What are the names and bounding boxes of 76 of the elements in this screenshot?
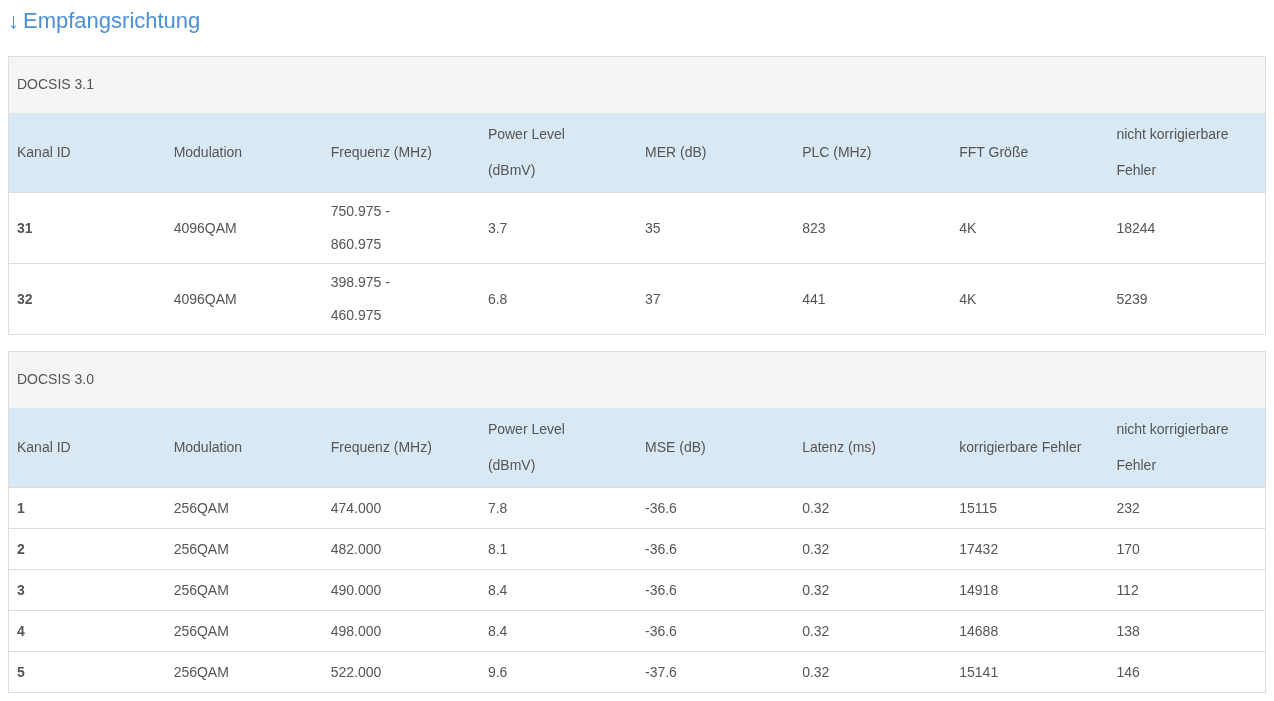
table-cell: 32 [8, 263, 166, 335]
column-header: nicht korrigierbare Fehler [1108, 407, 1266, 488]
table-cell: 3 [8, 569, 166, 611]
table-cell: 4096QAM [165, 192, 323, 264]
table-cell: 256QAM [165, 610, 323, 652]
table-cell: 232 [1108, 487, 1266, 529]
table-cell: -36.6 [637, 610, 795, 652]
column-header: Latenz (ms) [794, 407, 952, 488]
table-cell: 498.000 [322, 610, 480, 652]
column-header: nicht korrigierbare Fehler [1108, 112, 1266, 193]
table-cell: 398.975 - 460.975 [322, 263, 480, 335]
table-cell: 15141 [951, 651, 1109, 693]
table-cell: 8.4 [479, 610, 637, 652]
table-cell: 474.000 [322, 487, 480, 529]
table-cell: 37 [637, 263, 795, 335]
table-cell: 256QAM [165, 528, 323, 570]
table-cell: 522.000 [322, 651, 480, 693]
table-cell: 5239 [1108, 263, 1266, 335]
table-caption: DOCSIS 3.0 [8, 351, 1266, 408]
table-cell: 4K [951, 263, 1109, 335]
column-header: MSE (dB) [637, 407, 795, 488]
table-cell: 17432 [951, 528, 1109, 570]
section-heading: Empfangsrichtung [23, 6, 201, 35]
table-cell: 35 [637, 192, 795, 264]
table-cell: 490.000 [322, 569, 480, 611]
table-cell: 0.32 [794, 651, 952, 693]
table-cell: -37.6 [637, 651, 795, 693]
table-cell: -36.6 [637, 528, 795, 570]
column-header: Power Level (dBmV) [479, 407, 637, 488]
down-arrow-icon: ↓ [8, 3, 19, 37]
table-cell: 15115 [951, 487, 1109, 529]
column-header: FFT Größe [951, 112, 1109, 193]
table-cell: 31 [8, 192, 166, 264]
column-header: korrigierbare Fehler [951, 407, 1109, 488]
table-cell: 4096QAM [165, 263, 323, 335]
column-header: PLC (MHz) [794, 112, 952, 193]
table-cell: 482.000 [322, 528, 480, 570]
column-header: Kanal ID [8, 407, 166, 488]
table-cell: 8.4 [479, 569, 637, 611]
table-cell: 1 [8, 487, 166, 529]
column-header: Power Level (dBmV) [479, 112, 637, 193]
table-cell: 0.32 [794, 487, 952, 529]
table-cell: 5 [8, 651, 166, 693]
table-cell: 3.7 [479, 192, 637, 264]
table-cell: 256QAM [165, 651, 323, 693]
table-cell: 8.1 [479, 528, 637, 570]
table-cell: 9.6 [479, 651, 637, 693]
table-cell: 256QAM [165, 487, 323, 529]
column-header: Kanal ID [8, 112, 166, 193]
table-cell: 0.32 [794, 610, 952, 652]
table-cell: -36.6 [637, 569, 795, 611]
table-cell: 4K [951, 192, 1109, 264]
table-caption: DOCSIS 3.1 [8, 56, 1266, 113]
table-cell: 6.8 [479, 263, 637, 335]
table-cell: 170 [1108, 528, 1266, 570]
table-cell: 0.32 [794, 528, 952, 570]
table-cell: 7.8 [479, 487, 637, 529]
column-header: Frequenz (MHz) [322, 112, 480, 193]
table-cell: 2 [8, 528, 166, 570]
table-cell: 256QAM [165, 569, 323, 611]
table-cell: -36.6 [637, 487, 795, 529]
column-header: MER (dB) [637, 112, 795, 193]
table-cell: 0.32 [794, 569, 952, 611]
column-header: Frequenz (MHz) [322, 407, 480, 488]
column-header: Modulation [165, 112, 323, 193]
table-cell: 138 [1108, 610, 1266, 652]
table-cell: 750.975 - 860.975 [322, 192, 480, 264]
table-cell: 823 [794, 192, 952, 264]
column-header: Modulation [165, 407, 323, 488]
table-cell: 18244 [1108, 192, 1266, 264]
table-cell: 14918 [951, 569, 1109, 611]
table-cell: 441 [794, 263, 952, 335]
table-cell: 112 [1108, 569, 1266, 611]
table-cell: 14688 [951, 610, 1109, 652]
table-cell: 4 [8, 610, 166, 652]
table-cell: 146 [1108, 651, 1266, 693]
